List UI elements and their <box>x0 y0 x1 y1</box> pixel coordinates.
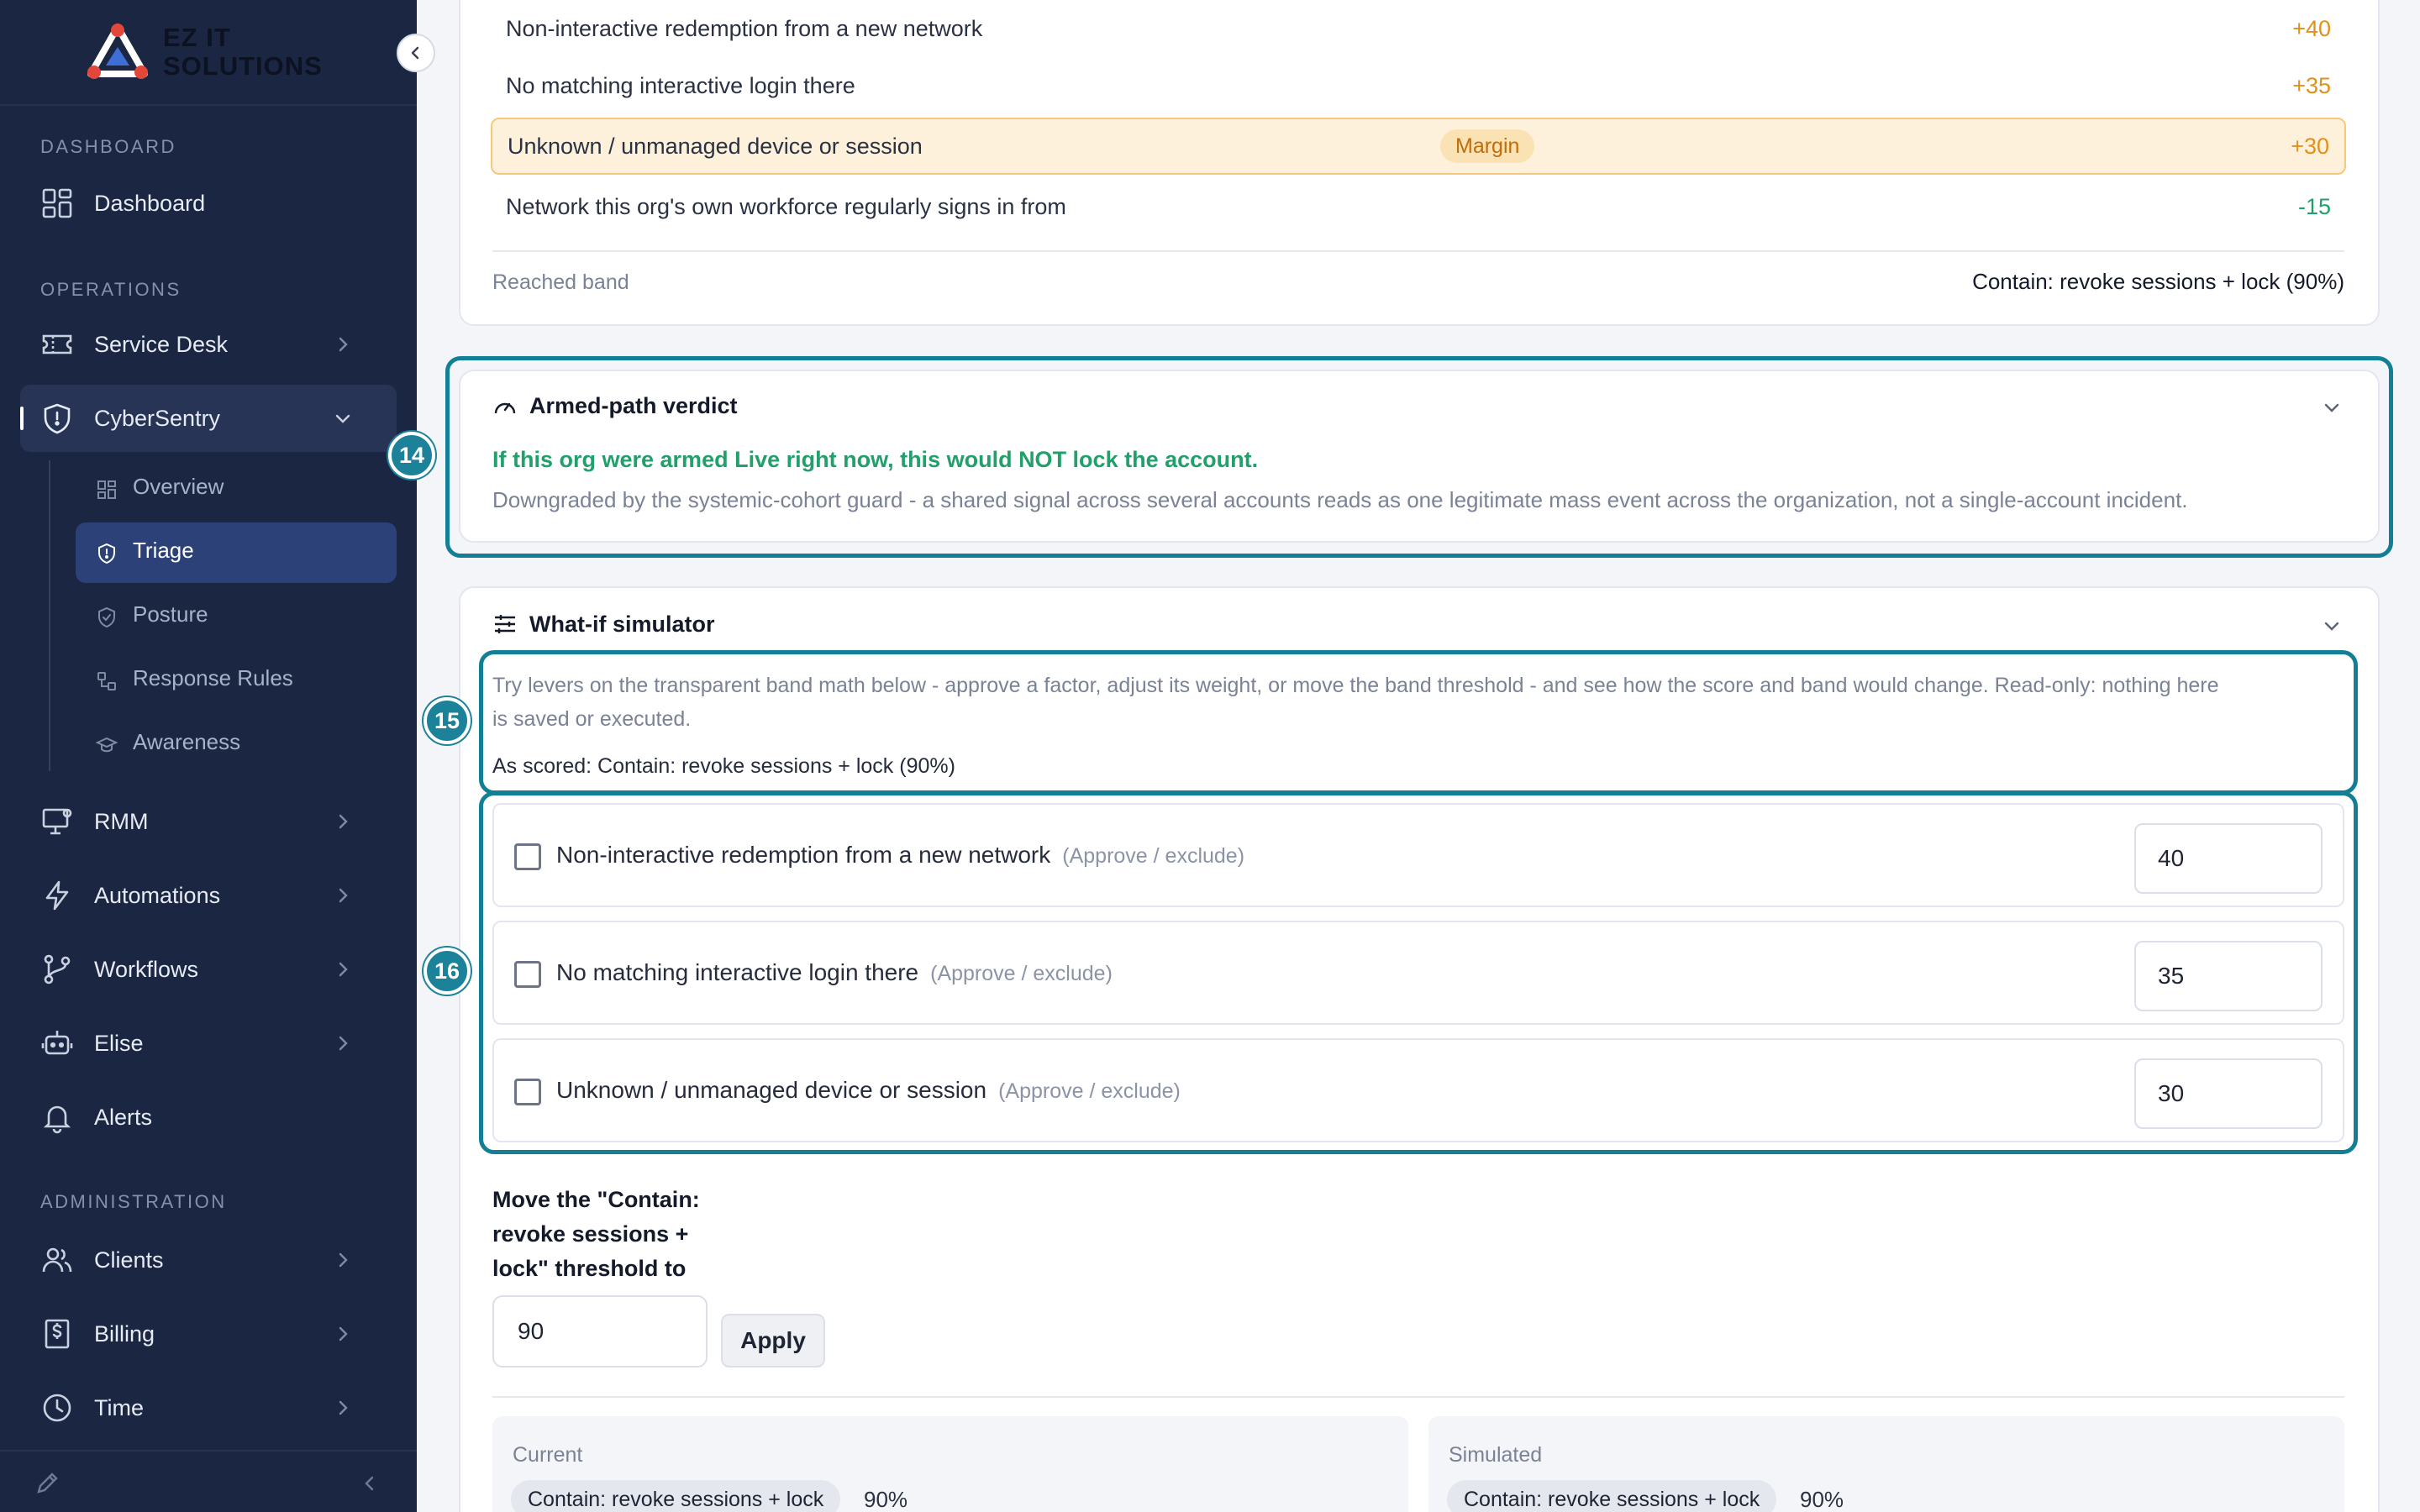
active-indicator <box>20 407 24 430</box>
sidebar-subitem-overview[interactable]: Overview <box>76 459 397 519</box>
sidebar-footer <box>0 1450 417 1512</box>
sidebar-collapse-button[interactable] <box>397 34 435 72</box>
sidebar-item-time[interactable]: Time <box>20 1374 397 1441</box>
chevron-right-icon <box>339 1326 348 1341</box>
sidebar-item-label: Workflows <box>94 956 199 982</box>
brand-name: EZ IT SOLUTIONS <box>163 23 323 81</box>
sidebar-subitem-label: Overview <box>133 474 224 499</box>
sidebar-item-label: Dashboard <box>94 190 206 216</box>
sidebar-item-billing[interactable]: Billing <box>20 1300 397 1368</box>
annotation-badge: 14 <box>388 432 435 479</box>
chevron-down-icon <box>335 414 350 423</box>
current-result: Current Contain: revoke sessions + lock … <box>492 1416 1408 1512</box>
shield-alert-icon <box>98 543 115 564</box>
annotation-box-verdict <box>445 356 2393 558</box>
lightning-icon <box>45 880 69 911</box>
sidebar-item-label: Automations <box>94 882 221 908</box>
factor-row: Network this org's own workforce regular… <box>506 193 2331 219</box>
git-branch-icon <box>44 954 71 984</box>
chevron-down-icon[interactable] <box>2321 615 2343 637</box>
band-pill: Contain: revoke sessions + lock <box>1447 1480 1777 1512</box>
sidebar-item-cybersentry[interactable]: CyberSentry <box>20 385 397 452</box>
pencil-icon[interactable] <box>34 1470 60 1497</box>
annotation-badge: 16 <box>424 948 471 995</box>
dashboard-grid-icon <box>42 188 72 218</box>
sidebar-item-label: Clients <box>94 1247 164 1273</box>
sidebar-item-label: CyberSentry <box>94 405 221 431</box>
sidebar-item-workflows[interactable]: Workflows <box>20 936 397 1003</box>
sidebar-subitem-label: Triage <box>133 538 194 563</box>
grid-icon <box>97 480 116 499</box>
sidebar-item-alerts[interactable]: Alerts <box>20 1084 397 1151</box>
sidebar-item-label: Billing <box>94 1320 155 1347</box>
threshold-label: Move the "Contain: revoke sessions + loc… <box>492 1187 700 1281</box>
clock-icon <box>43 1394 71 1422</box>
brand-logo-icon <box>87 24 148 79</box>
sidebar-item-dashboard[interactable]: Dashboard <box>20 170 397 237</box>
chevron-right-icon <box>339 814 348 829</box>
chevron-left-icon <box>411 46 419 60</box>
chevron-right-icon <box>339 1400 348 1415</box>
sidebar-item-label: Service Desk <box>94 331 229 357</box>
sidebar-item-clients[interactable]: Clients <box>20 1226 397 1294</box>
sliders-icon <box>495 615 515 633</box>
chevron-right-icon <box>339 888 348 903</box>
annotation-badge: 15 <box>424 697 471 744</box>
divider <box>492 250 2344 252</box>
factor-row: Non-interactive redemption from a new ne… <box>506 15 2331 41</box>
sidebar-subitem-response-rules[interactable]: Response Rules <box>76 650 397 711</box>
reached-band-label: Reached band <box>492 270 629 294</box>
chevron-left-icon[interactable] <box>360 1473 380 1494</box>
sidebar-subitem-label: Awareness <box>133 729 241 754</box>
sidebar-subitem-label: Posture <box>133 601 208 627</box>
chevron-right-icon <box>339 962 348 977</box>
sidebar-item-elise[interactable]: Elise <box>20 1010 397 1077</box>
rules-icon <box>97 672 116 690</box>
chevron-right-icon <box>339 337 348 352</box>
margin-badge: Margin <box>1440 129 1535 163</box>
reached-band-value: Contain: revoke sessions + lock (90%) <box>1972 269 2344 294</box>
sidebar-item-automations[interactable]: Automations <box>20 862 397 929</box>
band-pill: Contain: revoke sessions + lock <box>511 1480 841 1512</box>
bell-icon <box>43 1105 71 1134</box>
users-icon <box>42 1247 72 1273</box>
bot-icon <box>41 1031 73 1055</box>
chevron-right-icon <box>339 1036 348 1051</box>
sidebar-item-label: Elise <box>94 1030 144 1056</box>
section-label-operations: OPERATIONS <box>40 279 182 300</box>
sidebar-subitem-awareness[interactable]: Awareness <box>76 714 397 774</box>
monitor-gear-icon <box>42 808 72 835</box>
logo-area: EZ IT SOLUTIONS <box>0 0 417 106</box>
simulator-title: What-if simulator <box>529 612 715 637</box>
ticket-icon <box>42 334 72 354</box>
simulated-result: Simulated Contain: revoke sessions + loc… <box>1428 1416 2344 1512</box>
factor-row: No matching interactive login there +35 <box>506 72 2331 98</box>
graduation-cap-icon <box>96 737 118 753</box>
sidebar-item-label: RMM <box>94 808 149 834</box>
threshold-input[interactable]: 90 <box>492 1295 708 1368</box>
submenu-line <box>49 460 50 771</box>
section-label-administration: ADMINISTRATION <box>40 1191 227 1212</box>
apply-button[interactable]: Apply <box>721 1314 825 1368</box>
sidebar-item-rmm[interactable]: RMM <box>20 788 397 855</box>
invoice-dollar-icon <box>45 1319 70 1349</box>
divider <box>492 1396 2344 1398</box>
sidebar-item-service-desk[interactable]: Service Desk <box>20 311 397 378</box>
sidebar-item-label: Time <box>94 1394 144 1420</box>
sidebar-item-label: Alerts <box>94 1104 153 1130</box>
shield-icon <box>44 403 71 434</box>
sidebar-subitem-posture[interactable]: Posture <box>76 586 397 647</box>
sidebar: EZ IT SOLUTIONS DASHBOARD Dashboard OPER… <box>0 0 435 1512</box>
sidebar-subitem-triage[interactable]: Triage <box>76 522 397 583</box>
chevron-right-icon <box>339 1252 348 1268</box>
annotation-box-levers <box>479 791 2358 1154</box>
annotation-box-intro <box>479 650 2358 795</box>
factor-row-highlighted: Unknown / unmanaged device or session Ma… <box>491 118 2346 175</box>
section-label-dashboard: DASHBOARD <box>40 136 176 157</box>
shield-check-icon <box>98 606 115 628</box>
sidebar-subitem-label: Response Rules <box>133 665 293 690</box>
